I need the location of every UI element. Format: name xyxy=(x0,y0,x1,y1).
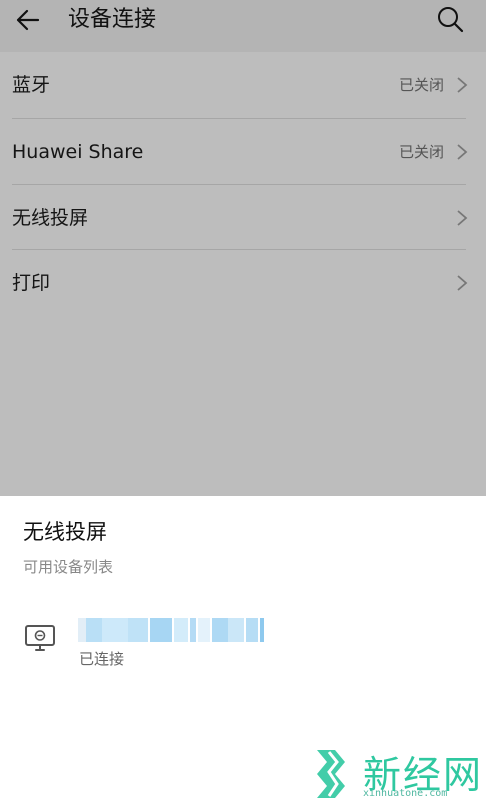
settings-item-status: 已关闭 xyxy=(398,76,444,94)
chevron-right-icon xyxy=(457,144,468,160)
device-status: 已连接 xyxy=(79,650,125,668)
search-icon[interactable] xyxy=(436,5,464,33)
settings-item-label: 蓝牙 xyxy=(12,74,51,96)
chevron-right-icon xyxy=(457,77,468,93)
settings-item-bluetooth[interactable]: 蓝牙 已关闭 xyxy=(0,52,486,118)
sheet-title: 无线投屏 xyxy=(23,520,107,544)
monitor-icon xyxy=(25,625,55,651)
device-list-item[interactable]: 已连接 xyxy=(0,608,486,678)
chevron-right-icon xyxy=(457,275,468,291)
settings-item-label: Huawei Share xyxy=(12,141,144,163)
settings-item-huawei-share[interactable]: Huawei Share 已关闭 xyxy=(0,119,486,185)
app-bar: 设备连接 xyxy=(0,0,486,52)
chevron-right-icon xyxy=(457,210,468,226)
settings-item-label: 无线投屏 xyxy=(12,207,89,229)
back-arrow-icon[interactable] xyxy=(14,6,42,34)
settings-item-label: 打印 xyxy=(12,272,51,294)
page-title: 设备连接 xyxy=(68,7,157,32)
watermark-url: xinhuatone.com xyxy=(363,788,448,799)
settings-item-print[interactable]: 打印 xyxy=(0,250,486,316)
sheet-subtitle: 可用设备列表 xyxy=(23,558,114,576)
settings-item-status: 已关闭 xyxy=(398,143,444,161)
settings-item-wireless-projection[interactable]: 无线投屏 xyxy=(0,185,486,251)
device-name-redacted xyxy=(78,618,268,642)
